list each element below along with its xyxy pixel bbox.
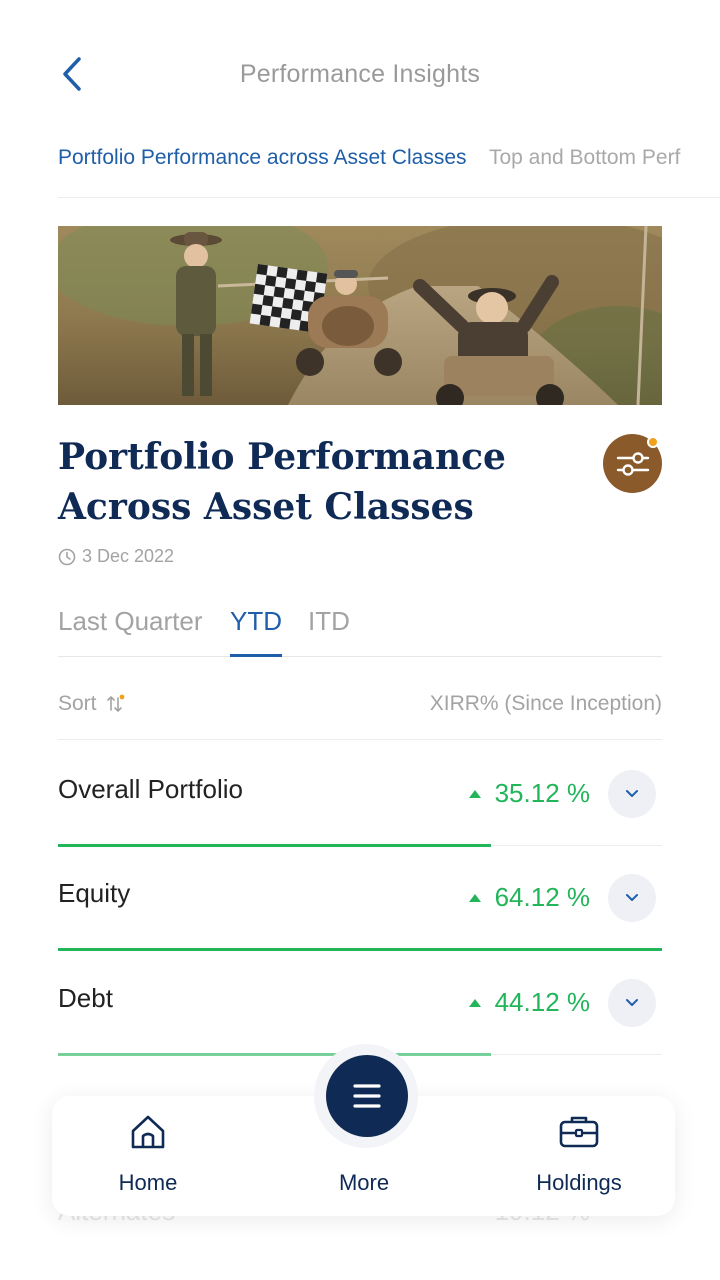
filter-button[interactable]	[603, 434, 662, 493]
briefcase-icon	[559, 1116, 599, 1148]
hero-illustration	[58, 226, 662, 405]
chevron-down-icon	[626, 999, 638, 1006]
asset-xirr-value: 44.12 %	[494, 987, 590, 1017]
period-tabs: Last Quarter YTD ITD	[58, 600, 662, 657]
tab-top-bottom-performers[interactable]: Top and Bottom Perf	[489, 146, 680, 170]
asset-name: Debt	[58, 983, 113, 1013]
asset-name: Equity	[58, 878, 131, 908]
last-updated-date: 3 Dec 2022	[82, 546, 175, 566]
sort-button[interactable]: Sort	[58, 692, 125, 716]
header: Performance Insights	[0, 0, 720, 140]
menu-icon	[353, 1084, 381, 1108]
asset-xirr: 64.12 %	[468, 882, 590, 913]
sliders-icon	[616, 451, 649, 476]
chevron-down-icon	[626, 894, 638, 901]
section-title: Portfolio Performance Across Asset Class…	[58, 436, 506, 528]
up-arrow-icon	[468, 893, 481, 902]
sort-label: Sort	[58, 692, 97, 715]
tab-portfolio-performance[interactable]: Portfolio Performance across Asset Class…	[58, 146, 467, 170]
expand-button[interactable]	[608, 874, 656, 922]
xirr-column-label: XIRR% (Since Inception)	[429, 692, 662, 715]
performance-bar	[58, 1053, 491, 1056]
top-tabs: Portfolio Performance across Asset Class…	[58, 146, 720, 198]
nav-holdings[interactable]: Holdings	[509, 1096, 649, 1216]
asset-xirr-value: 35.12 %	[494, 778, 590, 808]
asset-row-overall-portfolio[interactable]: Overall Portfolio 35.12 %	[58, 742, 662, 847]
up-arrow-icon	[468, 998, 481, 1007]
nav-home[interactable]: Home	[78, 1096, 218, 1216]
asset-xirr: 44.12 %	[468, 987, 590, 1018]
up-arrow-icon	[468, 789, 481, 798]
page-title: Performance Insights	[239, 60, 481, 88]
hero-image	[58, 226, 662, 405]
more-menu-button[interactable]	[326, 1055, 408, 1137]
tab-last-quarter[interactable]: Last Quarter	[58, 606, 203, 657]
home-icon	[131, 1115, 165, 1149]
date-row: 3 Dec 2022	[58, 546, 174, 567]
tab-itd[interactable]: ITD	[308, 606, 350, 657]
sort-icon	[106, 694, 124, 712]
nav-holdings-label: Holdings	[536, 1170, 622, 1195]
expand-button[interactable]	[608, 770, 656, 818]
asset-name: Overall Portfolio	[58, 774, 243, 804]
nav-home-label: Home	[118, 1170, 178, 1195]
asset-xirr: 35.12 %	[468, 778, 590, 809]
expand-button[interactable]	[608, 979, 656, 1027]
asset-xirr-value: 64.12 %	[494, 882, 590, 912]
sort-row: Sort XIRR% (Since Inception)	[58, 690, 662, 740]
clock-icon	[58, 548, 76, 565]
asset-row-equity[interactable]: Equity 64.12 %	[58, 846, 662, 951]
nav-more-label: More	[338, 1170, 390, 1195]
notification-dot	[647, 436, 659, 448]
tab-ytd[interactable]: YTD	[230, 606, 282, 657]
asset-row-debt[interactable]: Debt 44.12 %	[58, 951, 662, 1056]
chevron-down-icon	[626, 790, 638, 797]
